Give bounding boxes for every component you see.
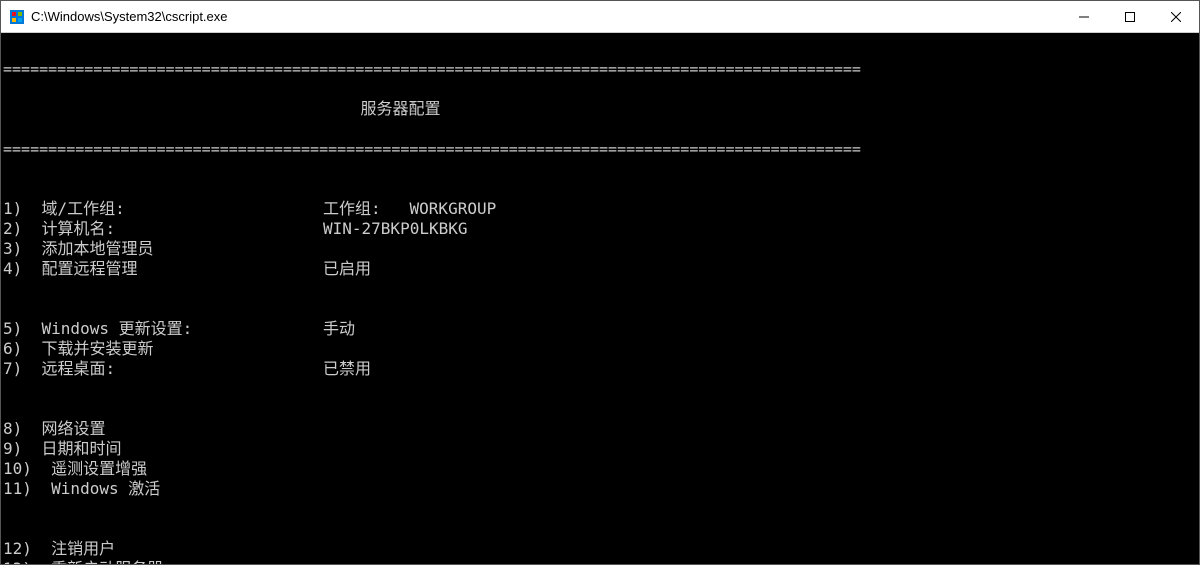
- maximize-button[interactable]: [1107, 1, 1153, 33]
- menu-item: 2) 计算机名:WIN-27BKP0LKBKG: [3, 219, 1197, 239]
- menu-item-label: 7) 远程桌面:: [3, 359, 323, 379]
- menu-item-value: [323, 459, 1197, 479]
- menu-item-value: 已禁用: [323, 359, 1197, 379]
- app-icon: [9, 9, 25, 25]
- menu-item-label: 12) 注销用户: [3, 539, 323, 559]
- menu-item-label: 2) 计算机名:: [3, 219, 323, 239]
- window-controls: [1061, 1, 1199, 33]
- menu-item-value: [323, 539, 1197, 559]
- menu-item-value: [323, 339, 1197, 359]
- menu-item: 8) 网络设置: [3, 419, 1197, 439]
- menu-group-1: 1) 域/工作组:工作组: WORKGROUP2) 计算机名:WIN-27BKP…: [3, 199, 1197, 279]
- menu-item-label: 1) 域/工作组:: [3, 199, 323, 219]
- menu-item-value: 已启用: [323, 259, 1197, 279]
- menu-item: 3) 添加本地管理员: [3, 239, 1197, 259]
- console-window: C:\Windows\System32\cscript.exe ========…: [0, 0, 1200, 565]
- minimize-button[interactable]: [1061, 1, 1107, 33]
- titlebar: C:\Windows\System32\cscript.exe: [1, 1, 1199, 33]
- menu-item-value: [323, 239, 1197, 259]
- menu-item-label: 5) Windows 更新设置:: [3, 319, 323, 339]
- separator-line: ========================================…: [3, 59, 1197, 79]
- menu-item-label: 3) 添加本地管理员: [3, 239, 323, 259]
- menu-item-label: 13) 重新启动服务器: [3, 559, 323, 564]
- menu-item-label: 10) 遥测设置增强: [3, 459, 323, 479]
- menu-item: 9) 日期和时间: [3, 439, 1197, 459]
- menu-item: 5) Windows 更新设置:手动: [3, 319, 1197, 339]
- menu-item: 13) 重新启动服务器: [3, 559, 1197, 564]
- window-title: C:\Windows\System32\cscript.exe: [31, 9, 1061, 24]
- menu-item: 6) 下载并安装更新: [3, 339, 1197, 359]
- close-button[interactable]: [1153, 1, 1199, 33]
- menu-item-label: 6) 下载并安装更新: [3, 339, 323, 359]
- menu-group-4: 12) 注销用户13) 重新启动服务器14) 关闭服务器15) 退出到命令行: [3, 539, 1197, 564]
- menu-item-label: 9) 日期和时间: [3, 439, 323, 459]
- separator-line: ========================================…: [3, 139, 1197, 159]
- menu-item-label: 11) Windows 激活: [3, 479, 323, 499]
- menu-item-label: 8) 网络设置: [3, 419, 323, 439]
- menu-item-value: [323, 479, 1197, 499]
- menu-item: 11) Windows 激活: [3, 479, 1197, 499]
- menu-item-label: 4) 配置远程管理: [3, 259, 323, 279]
- menu-item-value: [323, 419, 1197, 439]
- menu-item: 12) 注销用户: [3, 539, 1197, 559]
- menu-group-2: 5) Windows 更新设置:手动6) 下载并安装更新7) 远程桌面:已禁用: [3, 319, 1197, 379]
- config-header: 服务器配置: [3, 99, 798, 119]
- menu-item-value: 手动: [323, 319, 1197, 339]
- console-area[interactable]: ========================================…: [1, 33, 1199, 564]
- menu-item: 1) 域/工作组:工作组: WORKGROUP: [3, 199, 1197, 219]
- menu-item-value: [323, 439, 1197, 459]
- menu-item-value: [323, 559, 1197, 564]
- menu-item-value: 工作组: WORKGROUP: [323, 199, 1197, 219]
- menu-item: 7) 远程桌面:已禁用: [3, 359, 1197, 379]
- menu-group-3: 8) 网络设置9) 日期和时间10) 遥测设置增强11) Windows 激活: [3, 419, 1197, 499]
- menu-item: 4) 配置远程管理已启用: [3, 259, 1197, 279]
- menu-item: 10) 遥测设置增强: [3, 459, 1197, 479]
- menu-item-value: WIN-27BKP0LKBKG: [323, 219, 1197, 239]
